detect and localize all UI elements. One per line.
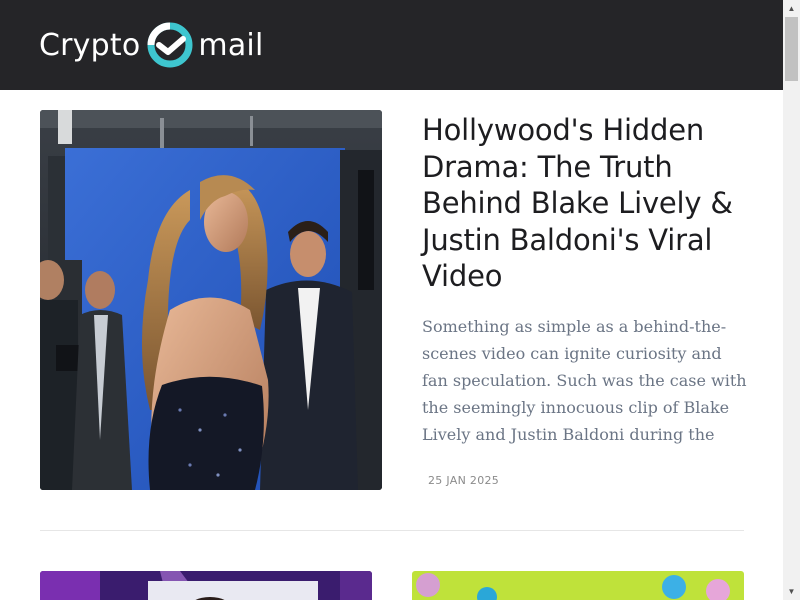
article-card-thumbnail[interactable] <box>40 571 372 600</box>
check-circle-icon <box>147 22 193 68</box>
article-excerpt: Something as simple as a behind-the-scen… <box>422 316 747 444</box>
vertical-scrollbar[interactable]: ▲ ▼ <box>783 0 800 600</box>
logo-text-crypto: Crypto <box>39 27 141 63</box>
scroll-down-icon[interactable]: ▼ <box>783 583 800 600</box>
scroll-up-icon[interactable]: ▲ <box>783 0 800 17</box>
page-content: Crypto mail Hollywood's Hidden Drama: Th… <box>0 0 783 600</box>
featured-article: Hollywood's Hidden Drama: The Truth Behi… <box>40 110 747 490</box>
article-card-thumbnail[interactable] <box>412 571 744 600</box>
site-header: Crypto mail <box>0 0 783 90</box>
featured-photo <box>40 110 382 490</box>
logo-text-mail: mail <box>198 27 264 63</box>
article-date: 25 JAN 2025 <box>428 474 500 487</box>
browser-viewport: Crypto mail Hollywood's Hidden Drama: Th… <box>0 0 800 600</box>
article-title[interactable]: Hollywood's Hidden Drama: The Truth Behi… <box>422 112 752 295</box>
scrollbar-thumb[interactable] <box>785 17 798 81</box>
concert-stage-photo <box>40 571 372 600</box>
site-logo[interactable]: Crypto mail <box>39 21 263 69</box>
featured-text: Hollywood's Hidden Drama: The Truth Behi… <box>422 110 752 448</box>
section-divider <box>40 530 744 531</box>
featured-image[interactable] <box>40 110 382 490</box>
party-balloons-photo <box>412 571 744 600</box>
